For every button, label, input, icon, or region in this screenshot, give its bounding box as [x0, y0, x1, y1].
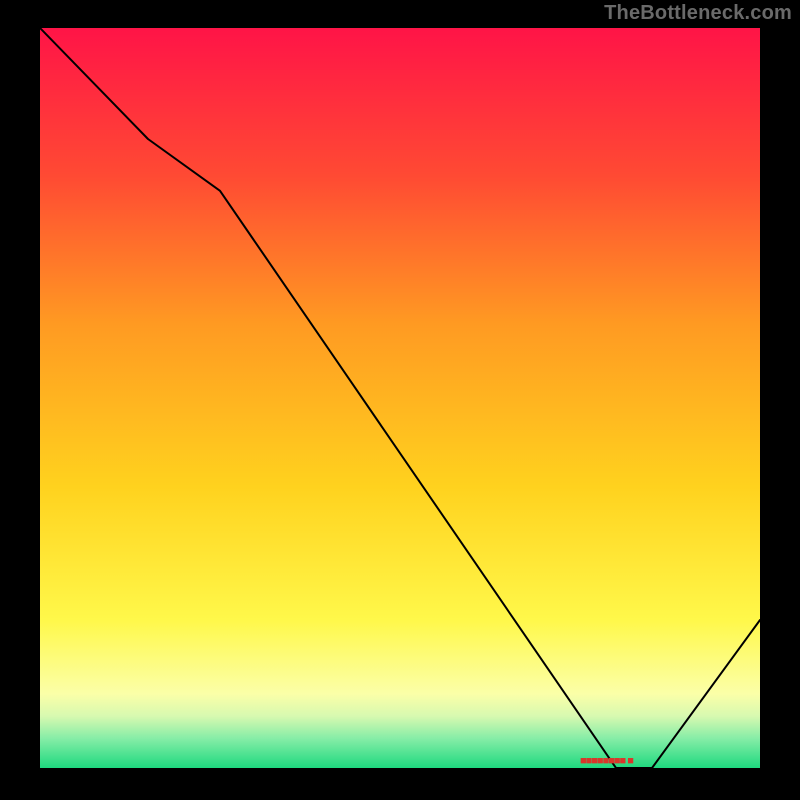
plot-area: ■■■■■■■■ ■	[40, 28, 760, 768]
attribution-label: TheBottleneck.com	[604, 2, 792, 25]
chart-frame: TheBottleneck.com ■■■■■■■■ ■	[0, 0, 800, 800]
chart-svg: ■■■■■■■■ ■	[40, 28, 760, 768]
minimum-marker: ■■■■■■■■ ■	[580, 755, 633, 767]
